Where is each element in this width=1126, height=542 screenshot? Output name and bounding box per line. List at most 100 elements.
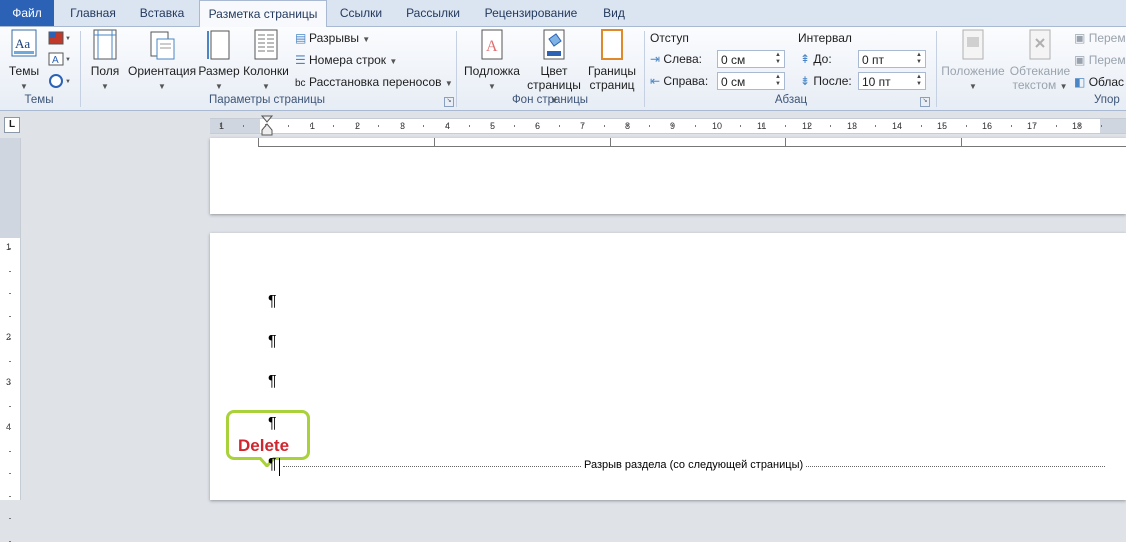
page-setup-dialog-launcher[interactable]: ↘: [444, 97, 454, 107]
size-button[interactable]: Размер ▼: [198, 29, 240, 92]
group-label-arrange: Упор: [1094, 94, 1120, 106]
orientation-icon: [150, 31, 175, 60]
paragraph-dialog-launcher[interactable]: ↘: [920, 97, 930, 107]
position-button[interactable]: Положение ▼: [938, 29, 1008, 92]
indent-right-input[interactable]: 0 см ▲ ▼: [717, 72, 785, 90]
ruler-tick: [9, 270, 11, 272]
margins-button[interactable]: Поля ▼: [86, 29, 124, 92]
vertical-ruler[interactable]: 1 2 3 4: [0, 138, 21, 542]
paragraph-mark[interactable]: ¶: [268, 333, 277, 351]
svg-text:▼: ▼: [65, 36, 70, 42]
ruler-tick: [9, 518, 11, 519]
ruler-tick: [265, 124, 267, 127]
line-numbers-button[interactable]: ☰ Номера строк ▼: [295, 51, 397, 69]
spacing-before-spinner[interactable]: ▲ ▼: [914, 52, 924, 66]
paragraph-mark[interactable]: ¶: [268, 373, 277, 391]
ruler-tick: [9, 428, 11, 429]
ruler-tick: [875, 125, 877, 127]
horizontal-ruler[interactable]: 1 1 2 3 4 5 6 7 8 9 10 11 12 13 14 15 16…: [210, 115, 1126, 137]
bring-forward-icon: ▣: [1074, 31, 1086, 45]
orientation-button[interactable]: Ориентация ▼: [128, 29, 196, 92]
ruler-number: 4: [6, 422, 12, 432]
tab-stop-selector[interactable]: L: [4, 117, 20, 133]
indent-left-input[interactable]: 0 см ▲ ▼: [717, 50, 785, 68]
indent-right-spinner[interactable]: ▲ ▼: [773, 74, 783, 88]
ruler-tick: [9, 293, 11, 294]
ruler-tick: [830, 125, 832, 127]
document-page-1[interactable]: [210, 138, 1126, 214]
tab-insert[interactable]: Вставка: [130, 0, 194, 26]
ruler-number: 18: [1072, 121, 1083, 131]
spacing-before-input[interactable]: 0 пт ▲ ▼: [858, 50, 926, 68]
ruler-tick: [9, 540, 11, 542]
ruler-tick: [310, 124, 312, 127]
bring-forward-button[interactable]: ▣ Перем: [1074, 29, 1126, 47]
themes-icon: Aa: [11, 29, 37, 57]
indent-marker-icon[interactable]: [261, 115, 273, 137]
group-label-paragraph: Абзац: [774, 94, 808, 106]
ribbon-tab-bar: Файл Главная Вставка Разметка страницы С…: [0, 0, 1126, 27]
ruler-number: 3: [6, 377, 12, 387]
columns-icon: [254, 29, 278, 60]
svg-text:▼: ▼: [65, 57, 70, 63]
paragraph-mark[interactable]: ¶: [268, 415, 277, 433]
ruler-number: 1: [6, 242, 12, 252]
tab-review[interactable]: Рецензирование: [476, 0, 586, 26]
spacing-after-input[interactable]: 10 пт ▲ ▼: [858, 72, 926, 90]
ruler-number: 14: [892, 121, 903, 131]
send-backward-icon: ▣: [1074, 53, 1086, 67]
ruler-tick: [9, 450, 11, 452]
ruler-tick: [943, 124, 945, 127]
tab-references[interactable]: Ссылки: [330, 0, 392, 26]
watermark-button[interactable]: A Подложка ▼: [462, 29, 522, 92]
hyphenation-button[interactable]: bc Расстановка переносов ▼: [295, 73, 453, 91]
send-backward-button[interactable]: ▣ Перем: [1074, 51, 1126, 69]
page-borders-icon: [601, 29, 623, 60]
page-size-icon: [207, 30, 230, 60]
table-border: [258, 138, 1126, 147]
ruler-tick: [739, 125, 741, 127]
svg-text:▼: ▼: [65, 79, 70, 85]
group-label-page-setup: Параметры страницы: [209, 94, 325, 106]
spacing-before-icon: ⇞: [800, 52, 811, 66]
hyphenation-icon: bc: [295, 78, 306, 89]
indent-heading: Отступ: [650, 31, 689, 45]
ruler-tick: [965, 125, 967, 127]
indent-right-label: ⇤ Справа:: [650, 74, 709, 88]
ruler-tick: [581, 124, 583, 127]
selection-pane-icon: ◧: [1074, 75, 1086, 89]
section-break-label: Разрыв раздела (со следующей страницы): [582, 459, 806, 471]
ruler-tick: [920, 125, 922, 127]
ruler-number: 15: [937, 121, 948, 131]
page-borders-button[interactable]: Границы страниц: [586, 29, 638, 92]
tab-view[interactable]: Вид: [592, 0, 636, 26]
position-icon: [962, 29, 984, 60]
spacing-after-label: ⇟ После:: [800, 74, 852, 88]
spacing-after-spinner[interactable]: ▲ ▼: [914, 74, 924, 88]
paragraph-mark[interactable]: ¶: [268, 293, 277, 311]
ruler-tick: [9, 315, 11, 317]
ruler-tick: [513, 125, 515, 127]
svg-text:Aa: Aa: [15, 36, 30, 51]
tab-page-layout[interactable]: Разметка страницы: [199, 0, 327, 27]
indent-left-spinner[interactable]: ▲ ▼: [773, 52, 783, 66]
tab-mailings[interactable]: Рассылки: [398, 0, 468, 26]
ruler-tick: [446, 124, 447, 127]
breaks-icon: ▤: [295, 31, 307, 45]
tab-file[interactable]: Файл: [0, 0, 54, 26]
ruler-tick: [333, 125, 334, 127]
theme-options-icons[interactable]: A ▼ ▼ ▼: [48, 31, 70, 91]
tab-home[interactable]: Главная: [60, 0, 126, 26]
ruler-tick: [559, 125, 560, 127]
wrap-text-button[interactable]: Обтекание текстом ▼: [1008, 29, 1072, 92]
ruler-tick: [242, 125, 244, 127]
paragraph-mark[interactable]: ¶: [268, 456, 277, 474]
columns-button[interactable]: Колонки ▼: [242, 29, 290, 92]
ruler-tick: [1056, 125, 1058, 127]
ruler-number: 17: [1027, 121, 1038, 131]
selection-pane-button[interactable]: ◧ Облас: [1074, 73, 1124, 91]
themes-button[interactable]: Aa Темы ▼: [4, 29, 44, 92]
spacing-after-icon: ⇟: [800, 74, 811, 88]
breaks-button[interactable]: ▤ Разрывы ▼: [295, 29, 370, 47]
ruler-tick: [423, 125, 425, 127]
